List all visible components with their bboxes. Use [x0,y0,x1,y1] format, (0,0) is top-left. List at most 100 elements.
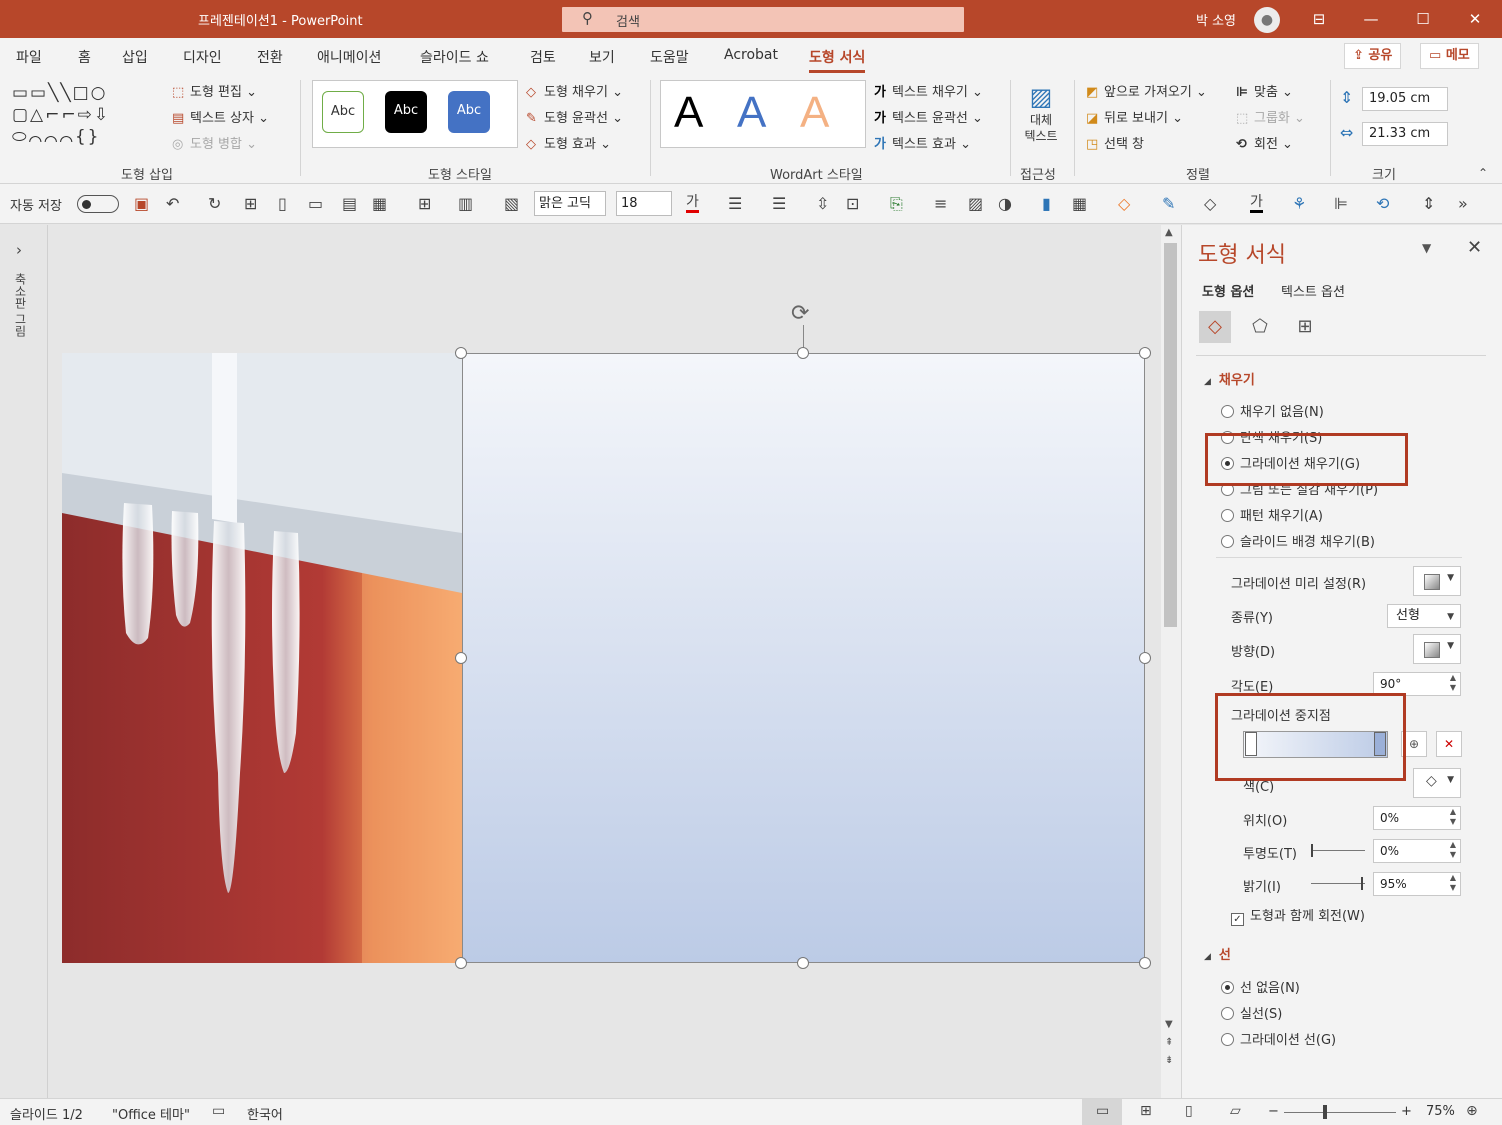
stop-color-button[interactable]: ◇ ▼ [1413,768,1461,798]
fill-section-header[interactable]: ◢ 채우기 [1204,369,1255,388]
tab-home[interactable]: 홈 [78,47,91,67]
tab-text-options[interactable]: 텍스트 옵션 [1281,281,1345,300]
transparency-input[interactable]: 0% ▲ ▼ [1373,839,1461,863]
radio-gradient-line[interactable]: 그라데이션 선(G) [1221,1029,1336,1048]
picture-icon[interactable]: ▨ [968,194,983,213]
radio-slide-background-fill[interactable]: 슬라이드 배경 채우기(B) [1221,531,1375,550]
gradient-type-select[interactable]: 선형 ▼ [1387,604,1461,628]
zoom-in-icon[interactable]: + [1401,1104,1412,1119]
shape-fill-button[interactable]: ◇ 도형 채우기 ⌄ [526,81,623,100]
zoom-slider-thumb[interactable] [1323,1105,1327,1119]
radio-no-fill[interactable]: 채우기 없음(N) [1221,401,1324,420]
slide-sorter-icon[interactable]: ⊞ [1140,1103,1152,1119]
shape-style-white[interactable]: Abc [322,91,364,133]
zoom-slider[interactable] [1284,1112,1396,1113]
numbering-icon[interactable]: ☰ [772,194,786,213]
shape-width-input[interactable]: 21.33 cm [1362,122,1448,146]
rotate-objects-icon[interactable]: ⟲ [1376,194,1389,213]
rotate-with-shape-checkbox[interactable]: ✓ 도형과 함께 회전(W) [1231,905,1365,926]
direction-button[interactable]: ▼ [1413,634,1461,664]
print-preview-icon[interactable]: ▤ [342,194,357,213]
gradient-rectangle-shape[interactable] [462,353,1145,963]
text-box-button[interactable]: ▤ 텍스트 상자 ⌄ [172,107,269,126]
selection-pane-button[interactable]: ◳ 선택 창 [1086,133,1144,152]
text-effects-button[interactable]: 가 텍스트 효과 ⌄ [874,133,971,152]
resize-handle-bottom[interactable] [797,957,809,969]
more-commands-icon[interactable]: » [1458,194,1468,213]
brightness-slider-thumb[interactable] [1361,877,1363,890]
rotate-button[interactable]: ⟲ 회전 ⌄ [1236,133,1293,152]
tab-help[interactable]: 도움말 [650,47,689,67]
new-file-icon[interactable]: ▯ [278,194,287,213]
wordart-style-black[interactable]: A [674,88,703,138]
tab-view[interactable]: 보기 [589,47,615,67]
effects-pentagon-icon[interactable]: ⬠ [1244,311,1276,343]
rotate-handle-icon[interactable]: ⟳ [791,301,809,326]
wordart-style-blue[interactable]: A [737,88,766,138]
tab-design[interactable]: 디자인 [183,47,222,67]
maximize-button[interactable]: ☐ [1408,5,1438,33]
slideshow-view-icon[interactable]: ▱ [1230,1103,1241,1119]
text-fill-quick-button[interactable]: 가 [1250,194,1263,213]
outline-color-icon[interactable]: ✎ [1162,194,1175,213]
group-button[interactable]: ⬚ 그룹화 ⌄ [1236,107,1305,126]
next-slide-icon[interactable]: ⇟ [1165,1055,1173,1066]
radio-no-line[interactable]: 선 없음(N) [1221,977,1300,996]
font-color-button[interactable]: 가 [686,194,699,213]
resize-handle-top-right[interactable] [1139,347,1151,359]
slide-layout-icon[interactable]: ▦ [372,194,387,213]
align-button[interactable]: ⊫ 맞춤 ⌄ [1236,81,1293,100]
language[interactable]: 한국어 [247,1104,283,1123]
position-input[interactable]: 0% ▲ ▼ [1373,806,1461,830]
pane-options-dropdown-icon[interactable]: ▼ [1422,241,1431,255]
shape-outline-button[interactable]: ✎ 도형 윤곽선 ⌄ [526,107,623,126]
transparency-slider-thumb[interactable] [1311,844,1313,857]
resize-handle-right[interactable] [1139,652,1151,664]
chart-icon[interactable]: ▮ [1042,194,1051,213]
shape-height-input[interactable]: 19.05 cm [1362,87,1448,111]
user-name[interactable]: 박 소영 [1196,10,1236,29]
resize-handle-top[interactable] [797,347,809,359]
radio-solid-line[interactable]: 실선(S) [1221,1003,1282,1022]
tab-transitions[interactable]: 전환 [257,47,283,67]
open-folder-icon[interactable]: ▭ [308,194,323,213]
minimize-button[interactable]: — [1356,5,1386,33]
layout-icon[interactable]: ▥ [458,194,473,213]
remove-gradient-stop-button[interactable]: ✕ [1436,731,1462,757]
alt-text-button[interactable]: ▨ 대체 텍스트 [1020,82,1062,158]
text-fill-button[interactable]: 가 텍스트 채우기 ⌄ [874,81,983,100]
accessibility-check-icon[interactable]: ▭ [212,1103,225,1119]
new-slide-icon[interactable]: ⊞ [418,194,431,213]
send-backward-button[interactable]: ◪ 뒤로 보내기 ⌄ [1086,107,1183,126]
font-name-select[interactable]: 맑은 고딕 [534,191,606,216]
shape-effects-button[interactable]: ◇ 도형 효과 ⌄ [526,133,611,152]
scrollbar-thumb[interactable] [1164,243,1177,627]
radio-pattern-fill[interactable]: 패턴 채우기(A) [1221,505,1323,524]
reading-view-icon[interactable]: ▯ [1185,1103,1193,1119]
resize-handle-bottom-right[interactable] [1139,957,1151,969]
brightness-input[interactable]: 95% ▲ ▼ [1373,872,1461,896]
merge-shapes-button[interactable]: ◎ 도형 병합 ⌄ [172,133,257,152]
eraser-icon[interactable]: ◇ [1204,194,1216,213]
fill-color-icon[interactable]: ◇ [1118,194,1130,213]
spin-arrows-icon[interactable]: ▲ ▼ [1450,873,1456,893]
autosave-toggle[interactable] [77,195,119,213]
thumbnail-pane-label[interactable]: 축소판 그림 [12,273,29,337]
bring-forward-button[interactable]: ◩ 앞으로 가져오기 ⌄ [1086,81,1207,100]
line-section-header[interactable]: ◢ 선 [1204,944,1231,963]
reset-icon[interactable]: ▧ [504,194,519,213]
tab-shape-options[interactable]: 도형 옵션 [1202,281,1254,300]
resize-handle-bottom-left[interactable] [455,957,467,969]
zoom-level[interactable]: 75% [1426,1104,1455,1119]
zoom-out-icon[interactable]: − [1268,1104,1279,1119]
text-direction-icon[interactable]: ≡ [934,194,947,213]
tab-acrobat[interactable]: Acrobat [724,47,778,63]
tab-file[interactable]: 파일 [16,47,42,67]
vertical-scrollbar[interactable]: ▲ ▼ ⇞ ⇟ [1161,225,1181,1098]
scroll-up-icon[interactable]: ▲ [1165,227,1173,238]
table-icon[interactable]: ▦ [1072,194,1087,213]
size-properties-icon[interactable]: ⊞ [1289,311,1321,343]
tab-slideshow[interactable]: 슬라이드 쇼 [420,47,489,67]
share-button[interactable]: ⇪ 공유 [1344,43,1402,69]
ribbon-display-options-button[interactable]: ⊟ [1304,5,1334,33]
